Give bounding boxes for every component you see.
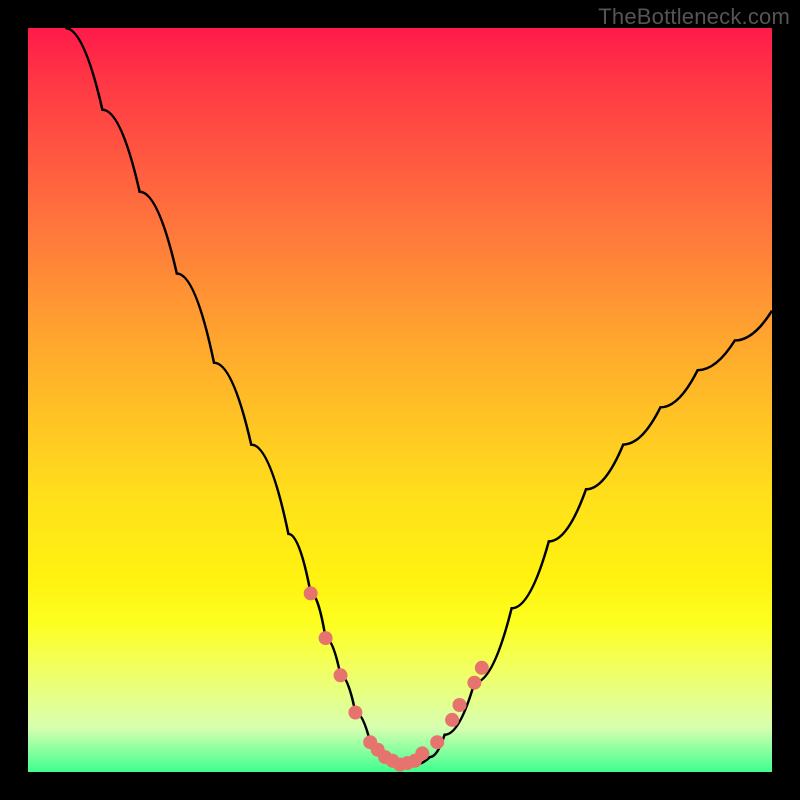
watermark-text: TheBottleneck.com [598, 4, 790, 30]
highlight-marker [319, 631, 333, 645]
highlight-marker [348, 706, 362, 720]
bottleneck-curve [65, 28, 772, 765]
highlight-marker [475, 661, 489, 675]
highlight-marker [430, 735, 444, 749]
bottleneck-chart [28, 28, 772, 772]
chart-plot-area [28, 28, 772, 772]
highlight-marker [445, 713, 459, 727]
highlight-marker [453, 698, 467, 712]
highlight-marker [415, 746, 429, 760]
highlight-marker [467, 676, 481, 690]
highlight-marker [334, 668, 348, 682]
highlight-marker [304, 586, 318, 600]
